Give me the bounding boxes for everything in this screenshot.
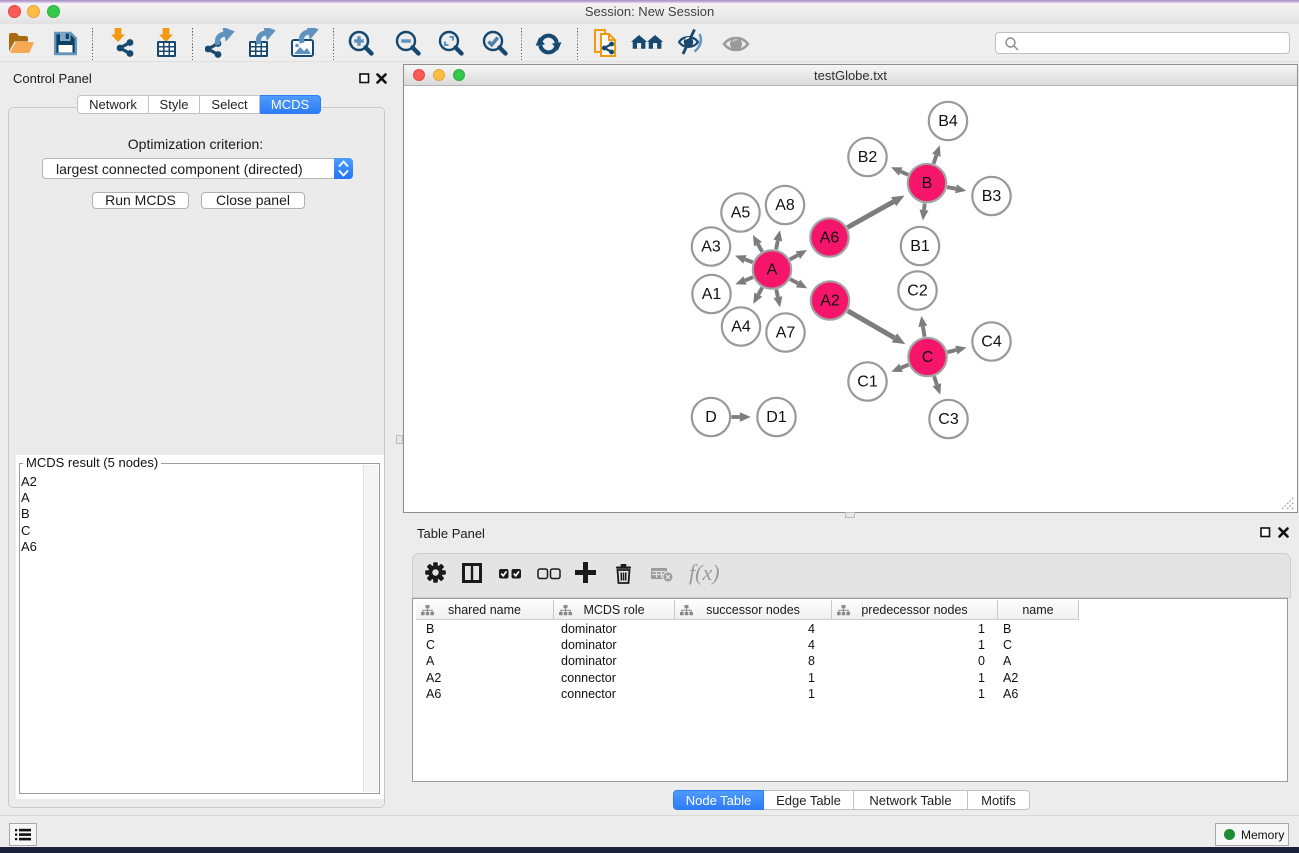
svg-text:A8: A8 [775,197,795,214]
svg-text:A4: A4 [731,319,751,336]
svg-text:B4: B4 [938,113,958,130]
svg-text:B2: B2 [858,149,878,166]
svg-text:B1: B1 [910,238,930,255]
svg-text:A5: A5 [731,205,751,222]
svg-text:C1: C1 [857,374,878,391]
svg-text:C4: C4 [981,334,1002,351]
svg-text:A3: A3 [701,239,721,256]
svg-text:D: D [705,409,717,426]
svg-text:B3: B3 [982,188,1002,205]
svg-text:D1: D1 [766,409,787,426]
svg-text:A6: A6 [820,230,840,247]
svg-text:A7: A7 [776,325,796,342]
svg-text:C2: C2 [907,283,928,300]
svg-text:B: B [922,175,933,192]
svg-text:A2: A2 [820,293,840,310]
svg-text:A: A [767,262,778,279]
svg-text:C3: C3 [938,411,959,428]
svg-text:A1: A1 [702,286,722,303]
svg-text:C: C [922,349,934,366]
